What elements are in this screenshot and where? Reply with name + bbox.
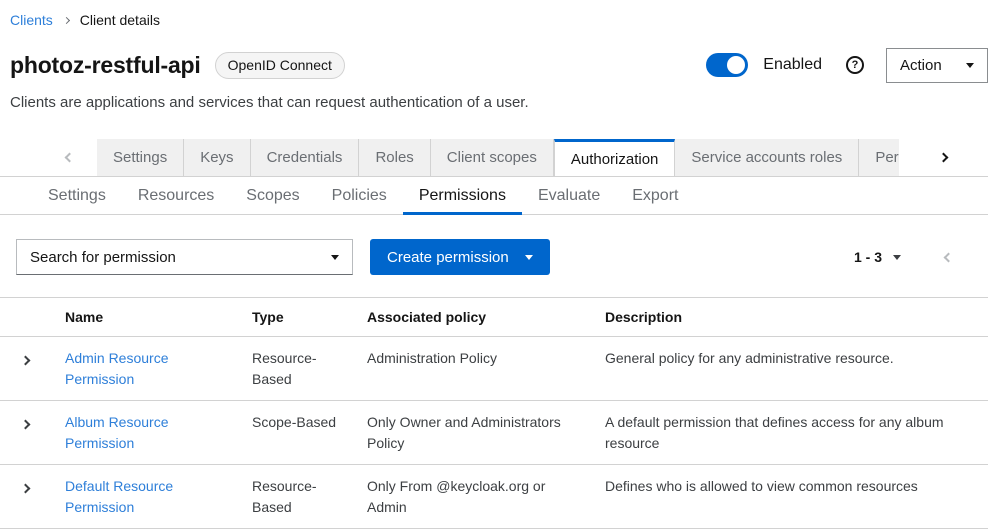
tab-client-scopes[interactable]: Client scopes — [431, 139, 554, 176]
enabled-label: Enabled — [763, 56, 822, 74]
breadcrumb-current: Client details — [80, 12, 160, 28]
caret-down-icon — [525, 255, 533, 260]
associated-policy: Only From @keycloak.org or Admin — [367, 465, 605, 528]
chevron-right-icon — [21, 484, 31, 494]
caret-down-icon — [966, 63, 974, 68]
tab-roles[interactable]: Roles — [359, 139, 430, 176]
tab-settings[interactable]: Settings — [97, 139, 184, 176]
create-permission-label: Create permission — [387, 249, 509, 266]
row-expand-button[interactable] — [22, 352, 29, 367]
permission-type: Resource-Based — [252, 465, 367, 528]
pagination-range: 1 - 3 — [854, 249, 882, 265]
table-row: Admin Resource Permission Resource-Based… — [0, 337, 988, 401]
permission-description: A default permission that defines access… — [605, 401, 988, 464]
row-expand-button[interactable] — [22, 416, 29, 431]
column-header-associated-policy: Associated policy — [367, 307, 605, 328]
subtab-resources[interactable]: Resources — [122, 177, 230, 214]
table-row: Default Resource Permission Resource-Bas… — [0, 465, 988, 529]
permission-description: General policy for any administrative re… — [605, 337, 988, 379]
pagination: 1 - 3 — [854, 248, 972, 266]
toggle-knob — [727, 56, 745, 74]
permission-name-link[interactable]: Album Resource Permission — [65, 414, 169, 451]
breadcrumb-clients-link[interactable]: Clients — [10, 12, 53, 28]
create-permission-button[interactable]: Create permission — [370, 239, 550, 275]
column-header-name: Name — [65, 307, 252, 328]
chevron-right-icon — [21, 356, 31, 366]
permission-type: Resource-Based — [252, 337, 367, 400]
permission-name-link[interactable]: Admin Resource Permission — [65, 350, 169, 387]
subtab-policies[interactable]: Policies — [316, 177, 403, 214]
tabs-scroll-right-button[interactable] — [899, 139, 988, 176]
chevron-right-icon — [21, 420, 31, 430]
search-permission-dropdown[interactable]: Search for permission — [16, 239, 353, 275]
pagination-options-caret[interactable] — [893, 255, 901, 260]
associated-policy: Only Owner and Administrators Policy — [367, 401, 605, 464]
tab-service-accounts-roles[interactable]: Service accounts roles — [675, 139, 859, 176]
caret-down-icon — [331, 255, 339, 260]
permissions-table: Name Type Associated policy Description … — [0, 297, 988, 529]
permission-type: Scope-Based — [252, 401, 367, 443]
subtab-settings[interactable]: Settings — [32, 177, 122, 214]
tab-permissions[interactable]: Permissions — [859, 139, 899, 176]
client-description: Clients are applications and services th… — [10, 94, 988, 111]
tabs-strip: Settings Keys Credentials Roles Client s… — [97, 139, 899, 176]
pagination-prev-button[interactable] — [945, 248, 952, 266]
action-dropdown-label: Action — [900, 57, 942, 74]
row-expand-button[interactable] — [22, 480, 29, 495]
client-tabs: Settings Keys Credentials Roles Client s… — [0, 139, 988, 177]
tab-keys[interactable]: Keys — [184, 139, 250, 176]
chevron-left-icon — [65, 153, 75, 163]
column-header-description: Description — [605, 307, 988, 328]
subtab-scopes[interactable]: Scopes — [230, 177, 315, 214]
chevron-left-icon — [944, 253, 954, 263]
column-header-type: Type — [252, 307, 367, 328]
permission-name-link[interactable]: Default Resource Permission — [65, 478, 173, 515]
tab-authorization[interactable]: Authorization — [554, 139, 676, 176]
page-title: photoz-restful-api — [10, 52, 201, 79]
breadcrumb-separator-icon — [63, 17, 70, 24]
subtab-export[interactable]: Export — [616, 177, 694, 214]
enabled-toggle[interactable] — [706, 53, 748, 77]
table-row: Album Resource Permission Scope-Based On… — [0, 401, 988, 465]
tab-credentials[interactable]: Credentials — [251, 139, 360, 176]
help-icon[interactable]: ? — [846, 56, 864, 74]
breadcrumb: Clients Client details — [0, 0, 988, 28]
search-permission-label: Search for permission — [30, 249, 176, 266]
action-dropdown[interactable]: Action — [886, 48, 988, 83]
permission-description: Defines who is allowed to view common re… — [605, 465, 988, 507]
subtab-evaluate[interactable]: Evaluate — [522, 177, 616, 214]
authorization-subtabs: Settings Resources Scopes Policies Permi… — [0, 177, 988, 215]
tabs-scroll-left-button[interactable] — [0, 139, 97, 176]
subtab-permissions[interactable]: Permissions — [403, 177, 522, 214]
chevron-right-icon — [939, 153, 949, 163]
table-header-row: Name Type Associated policy Description — [0, 298, 988, 337]
protocol-badge: OpenID Connect — [215, 52, 345, 79]
permissions-toolbar: Search for permission Create permission … — [16, 239, 972, 275]
associated-policy: Administration Policy — [367, 337, 605, 379]
client-header: photoz-restful-api OpenID Connect Enable… — [0, 47, 988, 111]
